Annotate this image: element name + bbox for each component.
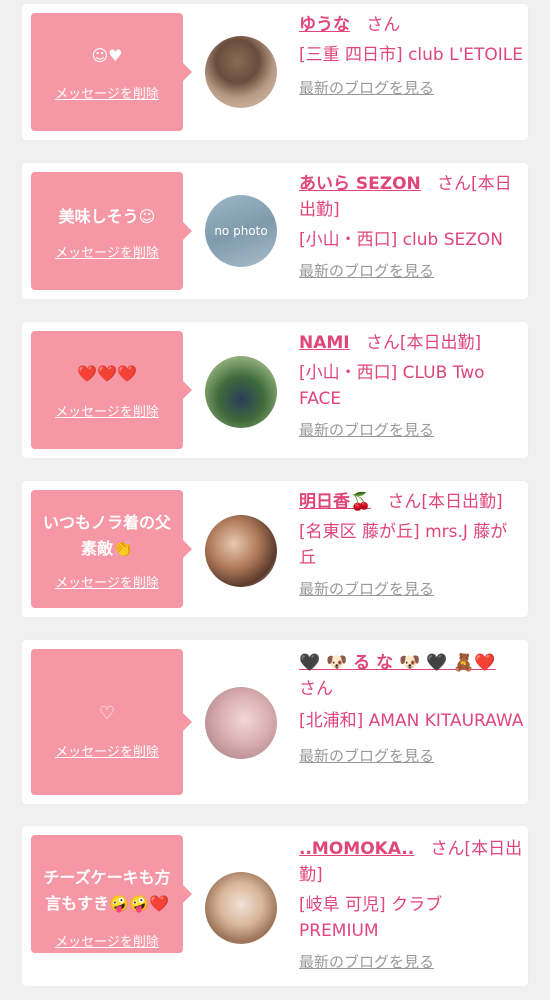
sender-name-link[interactable]: 🖤 🐶 る な 🐶 🖤 🧸❤️ [299,653,496,673]
sender-info: ゆうな さん [三重 四日市] club L'ETOILE 最新のブログを見る [299,12,524,100]
delete-message-link[interactable]: メッセージを削除 [31,242,183,261]
message-bubble: いつもノラ着の父素敵👏 メッセージを削除 [31,490,192,608]
latest-blog-link[interactable]: 最新のブログを見る [299,418,524,442]
shop-info: [名東区 藤が丘] mrs.J 藤が丘 [299,522,508,568]
sender-suffix: さん [299,679,333,699]
message-text: ☺♥ [91,46,123,65]
sender-name-link[interactable]: あいら SEZON [299,174,421,194]
sender-suffix: さん[本日出勤] [387,492,503,512]
sender-info: ..MOMOKA.. さん[本日出勤] [岐阜 可児] クラブ PREMIUM … [299,836,524,974]
sender-info: 🖤 🐶 る な 🐶 🖤 🧸❤️ さん [北浦和] AMAN KITAURAWA … [299,650,524,768]
delete-message-link[interactable]: メッセージを削除 [31,572,183,591]
sender-suffix: さん [366,15,401,35]
no-photo-label: no photo [214,224,268,238]
avatar[interactable]: no photo [205,195,277,267]
delete-message-link[interactable]: メッセージを削除 [31,931,183,950]
shop-info: [岐阜 可児] クラブ PREMIUM [299,895,443,941]
message-card: ☺♥ メッセージを削除 ゆうな さん [三重 四日市] club L'ETOIL… [22,4,528,140]
message-text: チーズケーキも方言もすき🤪🤪❤️ [43,868,171,913]
latest-blog-link[interactable]: 最新のブログを見る [299,577,524,601]
message-card: ♡ メッセージを削除 🖤 🐶 る な 🐶 🖤 🧸❤️ さん [北浦和] AMAN… [22,640,528,804]
sender-name-line: NAMI さん[本日出勤] [299,330,524,356]
latest-blog-link[interactable]: 最新のブログを見る [299,950,524,974]
message-text: ♡ [98,703,116,724]
message-card: いつもノラ着の父素敵👏 メッセージを削除 明日香🍒 さん[本日出勤] [名東区 … [22,481,528,617]
sender-info: NAMI さん[本日出勤] [小山・西口] CLUB Two FACE 最新のブ… [299,330,524,442]
sender-name-link[interactable]: ..MOMOKA.. [299,839,414,859]
shop-info: [北浦和] AMAN KITAURAWA [299,711,524,731]
avatar[interactable] [205,687,277,759]
shop-info: [三重 四日市] club L'ETOILE [299,45,523,65]
sender-name-line: ゆうな さん [299,12,524,38]
delete-message-link[interactable]: メッセージを削除 [31,401,183,420]
latest-blog-link[interactable]: 最新のブログを見る [299,259,524,283]
avatar[interactable] [205,872,277,944]
message-bubble: ♡ メッセージを削除 [31,649,192,795]
message-card: 美味しそう☺ メッセージを削除 no photo あいら SEZON さん[本日… [22,163,528,299]
sender-name-line: あいら SEZON さん[本日出勤] [299,171,524,223]
avatar[interactable] [205,36,277,108]
message-text: 美味しそう☺ [58,207,156,226]
sender-name-link[interactable]: ゆうな [299,15,350,35]
sender-info: あいら SEZON さん[本日出勤] [小山・西口] club SEZON 最新… [299,171,524,283]
delete-message-link[interactable]: メッセージを削除 [31,741,183,760]
shop-info: [小山・西口] club SEZON [299,230,503,250]
avatar[interactable] [205,515,277,587]
message-bubble: ☺♥ メッセージを削除 [31,13,192,131]
message-card: チーズケーキも方言もすき🤪🤪❤️ メッセージを削除 ..MOMOKA.. さん[… [22,826,528,986]
message-text: いつもノラ着の父素敵👏 [42,513,171,558]
sender-suffix: さん[本日出勤] [365,333,482,353]
message-list: ☺♥ メッセージを削除 ゆうな さん [三重 四日市] club L'ETOIL… [0,0,550,1000]
sender-name-line: 明日香🍒 さん[本日出勤] [299,489,524,515]
sender-name-line: ..MOMOKA.. さん[本日出勤] [299,836,524,888]
sender-name-link[interactable]: NAMI [299,333,350,353]
sender-name-link[interactable]: 明日香🍒 [299,492,371,512]
message-bubble: チーズケーキも方言もすき🤪🤪❤️ メッセージを削除 [31,835,192,953]
message-card: ❤️❤️❤️ メッセージを削除 NAMI さん[本日出勤] [小山・西口] CL… [22,322,528,458]
message-text: ❤️❤️❤️ [77,364,137,383]
latest-blog-link[interactable]: 最新のブログを見る [299,76,524,100]
shop-info: [小山・西口] CLUB Two FACE [299,363,485,409]
avatar[interactable] [205,356,277,428]
sender-name-line: 🖤 🐶 る な 🐶 🖤 🧸❤️ さん [299,650,524,702]
delete-message-link[interactable]: メッセージを削除 [31,83,183,102]
sender-info: 明日香🍒 さん[本日出勤] [名東区 藤が丘] mrs.J 藤が丘 最新のブログ… [299,489,524,601]
latest-blog-link[interactable]: 最新のブログを見る [299,744,524,768]
message-bubble: 美味しそう☺ メッセージを削除 [31,172,192,290]
message-bubble: ❤️❤️❤️ メッセージを削除 [31,331,192,449]
